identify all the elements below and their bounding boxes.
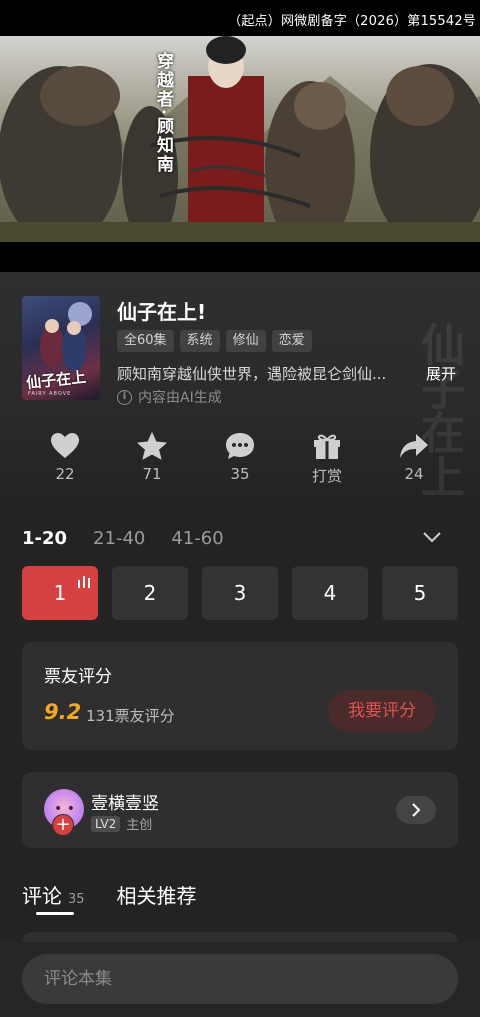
ai-note-text: 内容由AI生成 xyxy=(138,390,222,406)
gift-icon xyxy=(314,434,340,459)
share-button[interactable]: 24 xyxy=(384,432,444,483)
top-bar: （起点）网微剧备字（2026）第15542号 xyxy=(0,0,480,36)
favorite-count: 71 xyxy=(142,465,162,483)
tab-comments-count: 35 xyxy=(68,892,85,907)
tab-comments-label: 评论 xyxy=(22,884,62,908)
rating-title: 票友评分 xyxy=(44,667,112,687)
tag-cultivation[interactable]: 修仙 xyxy=(225,330,266,352)
author-name: 壹横壹竖 xyxy=(91,794,159,814)
playing-icon xyxy=(78,576,90,588)
tab-comments[interactable]: 评论 35 xyxy=(22,880,85,915)
detail-panel: 仙子在上 仙子在上 FAIRY ABOVE 仙子在上! 全60集 系统 修仙 恋… xyxy=(0,272,480,1017)
episode-grid: 1 2 3 4 5 xyxy=(22,566,458,620)
content-tabs: 评论 35 相关推荐 xyxy=(22,880,229,915)
episode-range-tabs: 1-20 21-40 41-60 xyxy=(22,528,224,549)
author-meta: LV2 主创 xyxy=(91,814,152,833)
star-icon xyxy=(137,432,167,460)
episode-button-3[interactable]: 3 xyxy=(202,566,278,620)
tip-label: 打赏 xyxy=(311,467,342,485)
episode-number: 1 xyxy=(53,581,67,605)
action-bar: 22 71 35 打赏 24 xyxy=(0,432,480,488)
tab-related[interactable]: 相关推荐 xyxy=(117,880,197,909)
drama-poster[interactable]: 仙子在上 FAIRY ABOVE xyxy=(22,296,100,400)
chevron-right-icon xyxy=(412,803,421,817)
like-count: 22 xyxy=(55,465,75,483)
tag-episodes[interactable]: 全60集 xyxy=(117,330,174,352)
tag-list: 全60集 系统 修仙 恋爱 xyxy=(117,330,312,352)
chevron-down-icon[interactable] xyxy=(422,530,442,544)
author-arrow-button[interactable] xyxy=(396,796,436,824)
follow-plus-icon[interactable]: + xyxy=(52,814,74,836)
rating-score: 9.2 xyxy=(44,700,82,724)
range-tab-41-60[interactable]: 41-60 xyxy=(171,528,223,549)
episode-button-4[interactable]: 4 xyxy=(292,566,368,620)
rate-button[interactable]: 我要评分 xyxy=(328,690,436,732)
share-count: 24 xyxy=(404,465,424,483)
comment-bar: 评论本集 xyxy=(0,942,480,1017)
range-tab-1-20[interactable]: 1-20 xyxy=(22,528,67,549)
rating-card: 票友评分 9.2 131票友评分 我要评分 xyxy=(22,642,458,750)
drama-title: 仙子在上! xyxy=(117,300,207,324)
ai-note: i 内容由AI生成 xyxy=(117,387,222,407)
episode-button-2[interactable]: 2 xyxy=(112,566,188,620)
comment-count: 35 xyxy=(230,465,250,483)
range-tab-21-40[interactable]: 21-40 xyxy=(93,528,145,549)
favorite-button[interactable]: 71 xyxy=(122,432,182,483)
video-caption: 穿越者·顾知南 xyxy=(153,52,173,174)
author-role: 主创 xyxy=(126,818,153,833)
license-text: （起点）网微剧备字（2026）第15542号 xyxy=(228,14,476,29)
episode-button-5[interactable]: 5 xyxy=(382,566,458,620)
tag-romance[interactable]: 恋爱 xyxy=(271,330,312,352)
video-player[interactable]: 穿越者·顾知南 xyxy=(0,36,480,242)
poster-subtitle: FAIRY ABOVE xyxy=(28,391,72,397)
comment-input[interactable]: 评论本集 xyxy=(22,954,458,1004)
video-letterbox xyxy=(0,242,480,272)
info-icon: i xyxy=(117,389,132,405)
share-icon xyxy=(400,434,428,458)
level-badge: LV2 xyxy=(91,815,121,832)
tag-system[interactable]: 系统 xyxy=(179,330,220,352)
expand-button[interactable]: 展开 xyxy=(426,363,456,384)
rating-count: 131票友评分 xyxy=(86,707,175,725)
author-card[interactable]: • • + 壹横壹竖 LV2 主创 xyxy=(22,772,458,848)
video-frame-illustration xyxy=(0,36,480,242)
synopsis: 顾知南穿越仙侠世界，遇险被昆仑剑仙... xyxy=(117,365,387,383)
heart-icon xyxy=(51,433,79,458)
tip-button[interactable]: 打赏 xyxy=(297,432,357,486)
like-button[interactable]: 22 xyxy=(35,432,95,483)
episode-button-1[interactable]: 1 xyxy=(22,566,98,620)
active-tab-indicator xyxy=(36,912,74,915)
comment-button[interactable]: 35 xyxy=(210,432,270,483)
comment-icon xyxy=(226,433,254,459)
